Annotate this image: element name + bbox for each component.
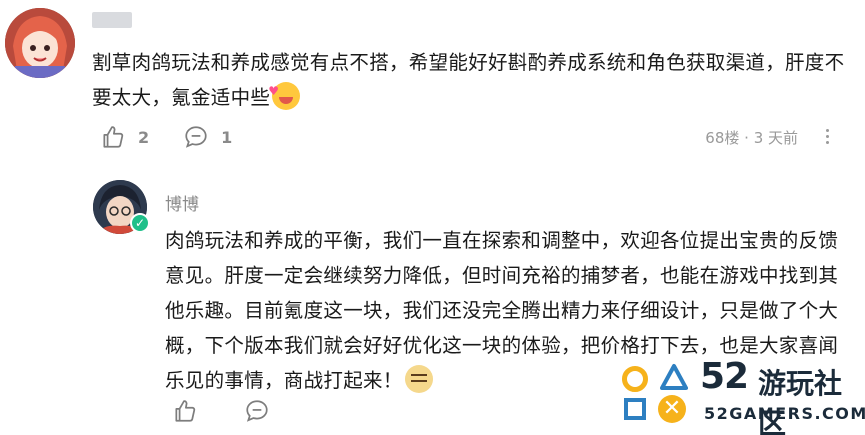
speech-bubble-icon xyxy=(185,126,207,148)
watermark-domain: 52GAMERS.COM xyxy=(704,404,865,423)
user-avatar[interactable] xyxy=(5,8,75,78)
cross-icon: ✕ xyxy=(658,395,686,423)
check-badge-icon: ✓ xyxy=(130,213,150,233)
site-watermark: ✕ 52 游玩社区 52GAMERS.COM xyxy=(618,356,865,435)
comment-text: 割草肉鸽玩法和养成感觉有点不搭，希望能好好斟酌养成系统和角色获取渠道，肝度不要太… xyxy=(92,45,852,115)
reply-reply-button[interactable] xyxy=(244,398,282,424)
triangle-icon xyxy=(660,364,688,390)
watermark-brand: 游玩社区 xyxy=(758,367,843,435)
reply-count: 1 xyxy=(221,127,233,147)
blushing-smile-emoji-icon xyxy=(268,74,301,110)
speech-bubble-icon xyxy=(246,400,268,422)
thumbs-up-icon xyxy=(103,126,124,148)
more-vertical-icon[interactable] xyxy=(826,129,829,144)
like-count: 2 xyxy=(138,127,150,147)
circle-icon xyxy=(622,366,648,392)
reply-like-button[interactable] xyxy=(172,398,210,424)
username-redacted xyxy=(92,12,132,28)
smug-face-emoji-icon xyxy=(404,365,433,393)
reply-actions xyxy=(172,398,316,424)
like-button[interactable]: 2 xyxy=(100,124,149,150)
comment-actions: 2 1 xyxy=(100,124,266,150)
square-icon xyxy=(624,398,646,420)
reply-button[interactable]: 1 xyxy=(183,124,232,150)
thumbs-up-icon xyxy=(175,400,196,422)
reply-author-name[interactable]: 博博 xyxy=(165,190,199,215)
watermark-number: 52 xyxy=(700,356,749,397)
floor-and-time: 68楼 · 3 天前 xyxy=(705,129,798,147)
